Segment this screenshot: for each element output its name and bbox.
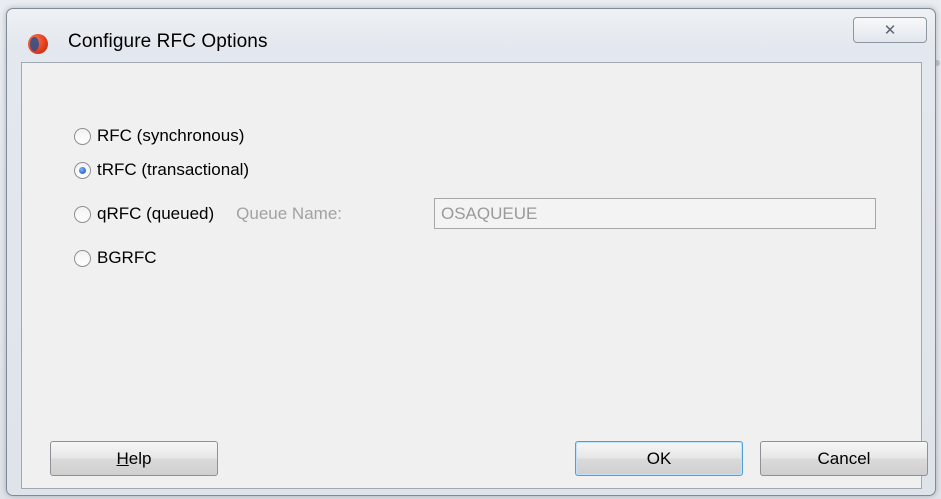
title-bar[interactable]: Configure RFC Options ✕ (7, 9, 935, 69)
configure-rfc-dialog: Configure RFC Options ✕ RFC (synchronous… (6, 8, 936, 496)
app-logo-icon (28, 34, 48, 54)
radio-label: RFC (synchronous) (97, 126, 245, 145)
radio-label: qRFC (queued) (97, 204, 215, 223)
option-trfc-transactional[interactable]: tRFC (transactional) (74, 160, 249, 180)
ok-button[interactable]: OK (575, 441, 743, 476)
radio-label: tRFC (transactional) (97, 160, 250, 179)
close-button[interactable]: ✕ (853, 17, 927, 43)
dialog-content: RFC (synchronous) tRFC (transactional) q… (21, 62, 928, 489)
radio-qrfc-queued[interactable] (74, 205, 91, 223)
dialog-title: Configure RFC Options (68, 31, 268, 52)
radio-bgrfc[interactable] (74, 249, 91, 267)
help-button[interactable]: Help (50, 441, 218, 476)
option-bgrfc[interactable]: BGRFC (74, 248, 157, 268)
radio-label: BGRFC (97, 248, 157, 267)
radio-rfc-synchronous[interactable] (74, 127, 91, 145)
radio-trfc-transactional[interactable] (74, 161, 91, 179)
option-rfc-synchronous[interactable]: RFC (synchronous) (74, 126, 244, 146)
help-label: elp (128, 448, 152, 468)
queue-name-label: Queue Name: (236, 204, 343, 223)
cancel-button[interactable]: Cancel (760, 441, 928, 476)
queue-name-field[interactable] (434, 198, 876, 229)
close-icon: ✕ (883, 22, 897, 39)
option-qrfc-queued[interactable]: qRFC (queued) Queue Name: (74, 204, 342, 224)
help-mnemonic: H (116, 448, 129, 468)
